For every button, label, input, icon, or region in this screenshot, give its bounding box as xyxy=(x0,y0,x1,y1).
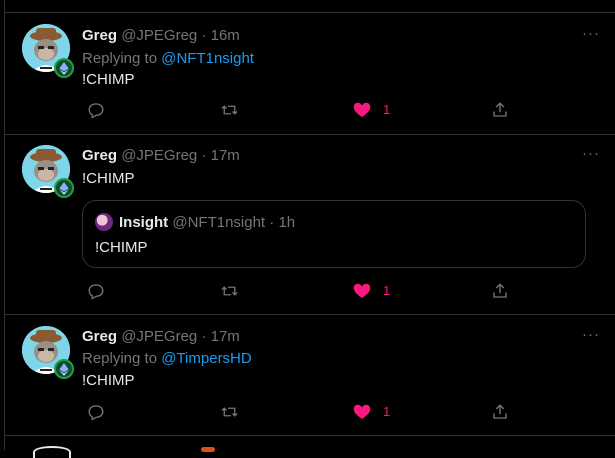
separator-dot: · xyxy=(265,214,279,231)
tweet-actions: 1 xyxy=(82,282,615,304)
quoted-header: Insight @NFT1nsight · 1h xyxy=(119,214,295,231)
timeline-feed: Greg @JPEGreg · 16m ··· Replying to @NFT… xyxy=(4,0,615,458)
replying-prefix: Replying to xyxy=(82,350,162,367)
share-icon xyxy=(493,102,507,117)
share-icon xyxy=(493,404,507,419)
author-name[interactable]: Greg xyxy=(82,27,117,44)
tweet[interactable]: Greg @JPEGreg · 17m ··· !CHIMP Insight @… xyxy=(5,134,615,315)
author-handle[interactable]: @JPEGreg xyxy=(121,147,197,164)
author-name[interactable]: Greg xyxy=(82,328,117,345)
tweet[interactable]: Greg @JPEGreg · 16m ··· Replying to @NFT… xyxy=(5,12,615,135)
replying-prefix: Replying to xyxy=(82,50,162,67)
tweet-header: Greg @JPEGreg · 17m xyxy=(82,328,240,345)
retweet-icon xyxy=(221,286,238,296)
author-handle[interactable]: @JPEGreg xyxy=(121,27,197,44)
like-count: 1 xyxy=(383,102,391,117)
quoted-author-handle: @NFT1nsight xyxy=(172,214,266,231)
share-button[interactable] xyxy=(491,403,509,421)
like-count: 1 xyxy=(383,283,391,298)
mention-link[interactable]: @TimpersHD xyxy=(161,350,252,367)
replying-to: Replying to @TimpersHD xyxy=(82,350,252,367)
ethereum-badge-icon xyxy=(54,58,74,78)
like-button[interactable]: 1 xyxy=(353,101,390,118)
separator-dot: · xyxy=(197,328,211,345)
quoted-tweet[interactable]: Insight @NFT1nsight · 1h !CHIMP xyxy=(82,200,586,268)
reply-button[interactable] xyxy=(87,101,105,119)
tweet-header: Greg @JPEGreg · 17m xyxy=(82,147,240,164)
quoted-timestamp: 1h xyxy=(278,214,296,231)
reply-icon xyxy=(88,103,104,119)
like-button[interactable]: 1 xyxy=(353,403,390,420)
share-button[interactable] xyxy=(491,282,509,300)
reply-button[interactable] xyxy=(87,403,105,421)
timestamp[interactable]: 16m xyxy=(211,27,240,44)
author-name[interactable]: Greg xyxy=(82,147,117,164)
retweet-button[interactable] xyxy=(220,403,239,421)
retweet-icon xyxy=(221,407,238,417)
timestamp[interactable]: 17m xyxy=(211,328,240,345)
tweet-actions: 1 xyxy=(82,403,615,425)
like-count: 1 xyxy=(383,404,391,419)
tweet-header: Greg @JPEGreg · 16m xyxy=(82,27,240,44)
tweet-actions: 1 xyxy=(82,101,615,123)
like-icon xyxy=(353,283,371,298)
retweet-button[interactable] xyxy=(220,282,239,300)
reply-icon xyxy=(88,405,104,421)
tweet[interactable]: Greg @JPEGreg · 17m ··· Replying to @Tim… xyxy=(5,315,615,436)
retweet-icon xyxy=(221,105,238,115)
like-icon xyxy=(353,102,371,117)
reply-icon xyxy=(88,284,104,300)
share-button[interactable] xyxy=(491,101,509,119)
more-icon[interactable]: ··· xyxy=(582,145,600,162)
quoted-author-name: Insight xyxy=(119,214,169,231)
tweet-text: !CHIMP xyxy=(82,71,135,88)
more-icon[interactable]: ··· xyxy=(582,326,600,343)
author-handle[interactable]: @JPEGreg xyxy=(121,328,197,345)
quoted-avatar xyxy=(95,213,113,231)
like-icon xyxy=(353,404,371,419)
quoted-text: !CHIMP xyxy=(95,239,148,256)
share-icon xyxy=(493,283,507,298)
next-tweet-avatar xyxy=(33,446,71,458)
tweet-text: !CHIMP xyxy=(82,372,135,389)
replying-to: Replying to @NFT1nsight xyxy=(82,50,254,67)
like-button[interactable]: 1 xyxy=(353,282,390,299)
timestamp[interactable]: 17m xyxy=(211,147,240,164)
mention-link[interactable]: @NFT1nsight xyxy=(161,50,254,67)
ethereum-badge-icon xyxy=(54,178,74,198)
separator-dot: · xyxy=(197,147,211,164)
tweet-text: !CHIMP xyxy=(82,170,135,187)
separator-dot: · xyxy=(197,27,211,44)
more-icon[interactable]: ··· xyxy=(582,25,600,42)
reply-button[interactable] xyxy=(87,282,105,300)
ethereum-badge-icon xyxy=(54,359,74,379)
retweet-button[interactable] xyxy=(220,101,239,119)
